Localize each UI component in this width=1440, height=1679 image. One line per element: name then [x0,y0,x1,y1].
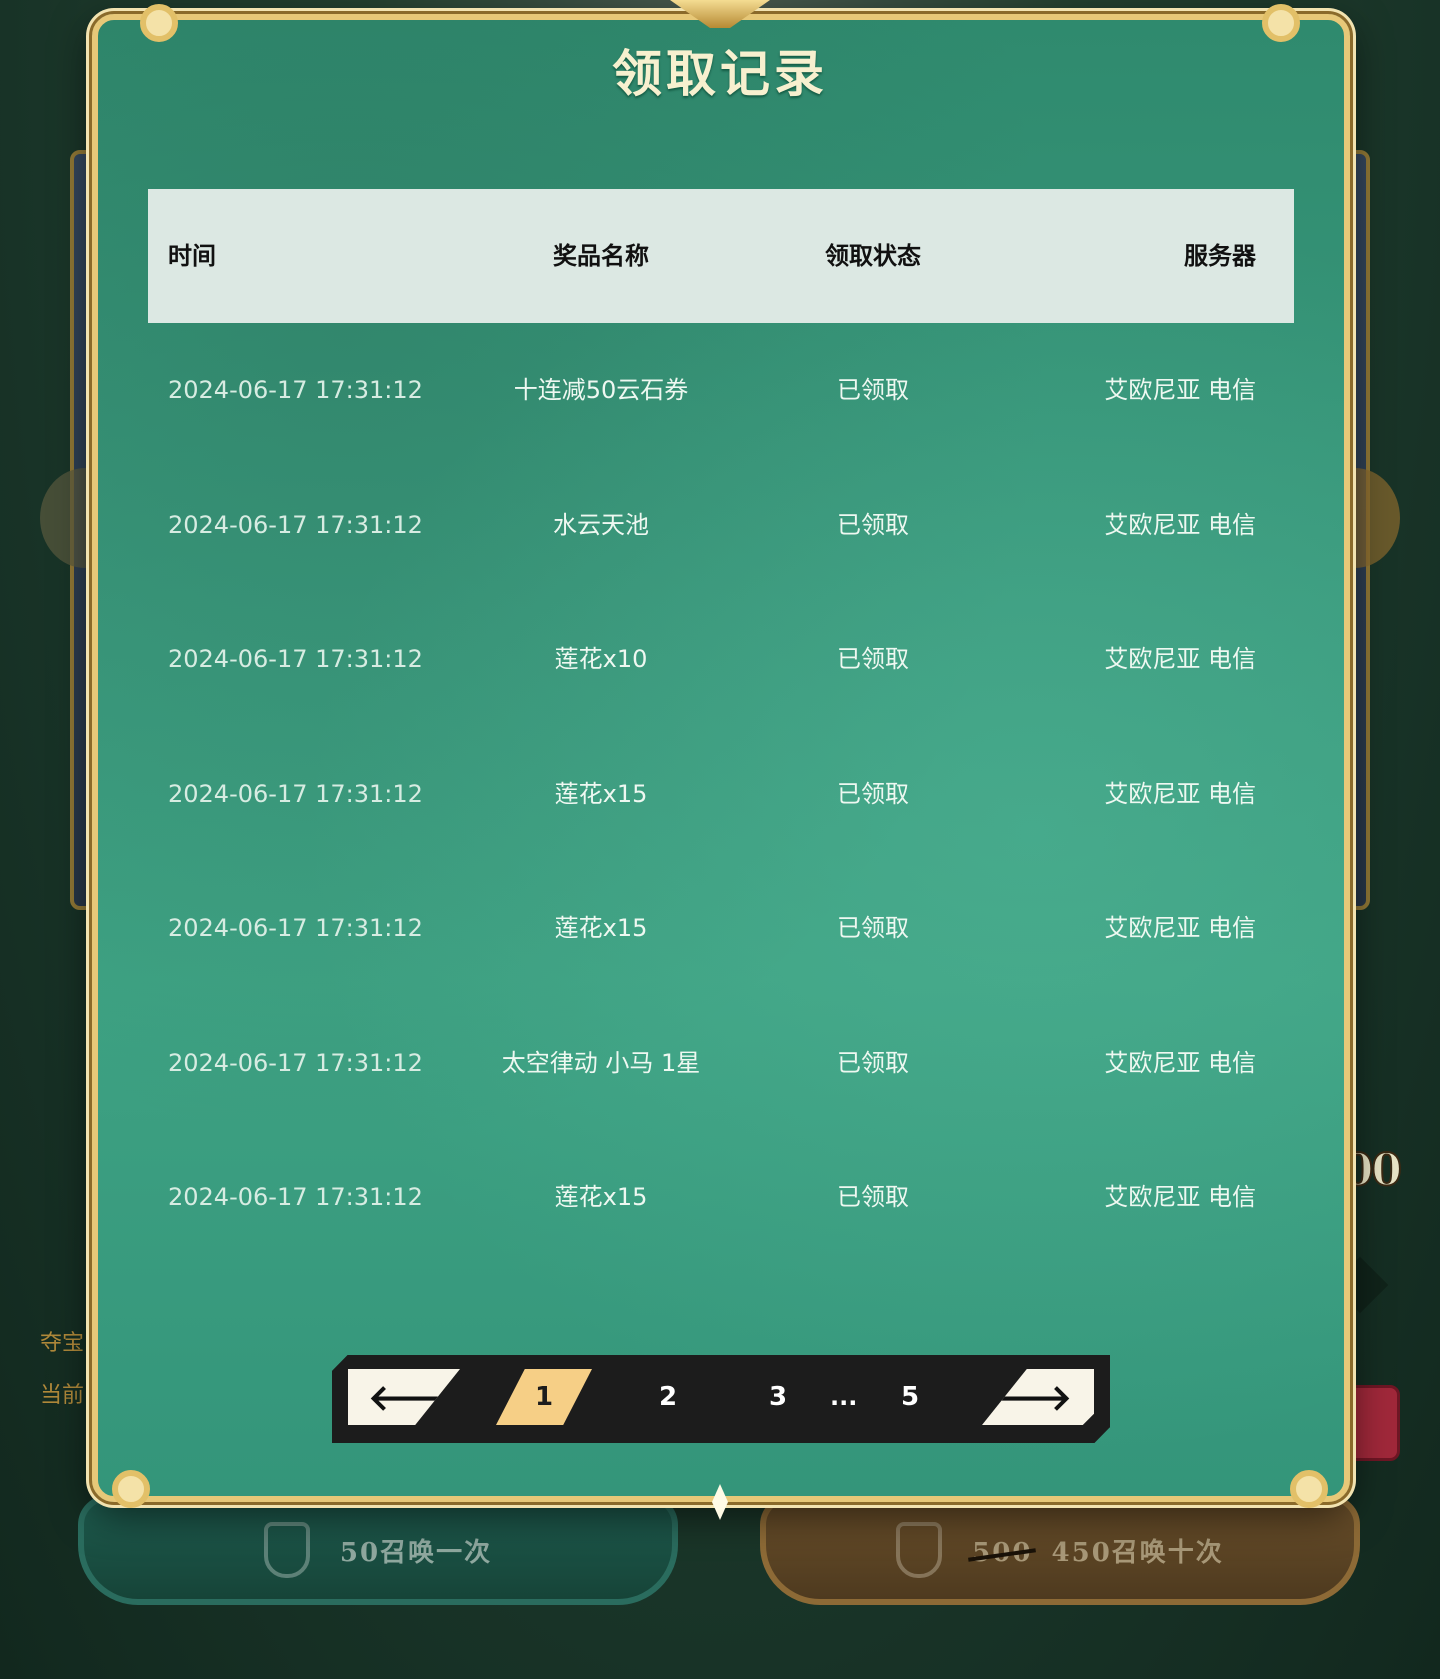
records-table-body: 2024-06-17 17:31:12 十连减50云石券 已领取 艾欧尼亚 电信… [148,323,1294,1265]
cell-status: 已领取 [837,510,909,539]
cell-status: 已领取 [837,779,909,808]
page-button-5[interactable]: 5 [890,1369,930,1425]
column-header-server: 服务器 [1184,242,1256,270]
cell-server: 艾欧尼亚 电信 [1104,376,1256,404]
summon-once-cost: 50 [339,1537,381,1568]
page-ellipsis: ... [830,1383,858,1411]
shield-icon [896,1522,943,1578]
cell-prize: 十连减50云石券 [513,376,689,404]
page-button-2[interactable]: 2 [648,1369,688,1425]
cell-time: 2024-06-17 17:31:12 [168,376,423,404]
cell-server: 艾欧尼亚 电信 [1104,645,1256,673]
cell-time: 2024-06-17 17:31:12 [168,645,423,673]
arrow-left-icon: 🡐 [368,1378,465,1419]
summon-once-button: 50召唤一次 [78,1495,678,1605]
background-label-treasure: 夺宝 [40,1331,85,1356]
summon-ten-old-cost: 500 [972,1537,1033,1568]
cell-time: 2024-06-17 17:31:12 [168,1183,423,1211]
cell-status: 已领取 [837,645,909,673]
next-page-button[interactable]: 🡒 [982,1369,1094,1425]
cell-prize: 莲花x10 [554,645,648,673]
cell-time: 2024-06-17 17:31:12 [168,779,423,808]
arrow-right-icon: 🡒 [975,1378,1072,1419]
column-header-time: 时间 [168,242,216,270]
cell-time: 2024-06-17 17:31:12 [168,1048,423,1077]
corner-ornament [1290,1470,1328,1508]
cell-status: 已领取 [837,914,909,942]
shield-icon [263,1522,310,1578]
cell-prize: 莲花x15 [554,914,648,942]
cell-status: 已领取 [837,1048,909,1077]
column-header-status: 领取状态 [825,242,921,270]
table-header: 时间 奖品名称 领取状态 服务器 [148,189,1294,323]
summon-ten-button: 500 450召唤十次 [760,1495,1360,1605]
column-header-prize: 奖品名称 [553,242,649,270]
background-label-current: 当前 [40,1383,85,1408]
background-counter: 00 [1342,1144,1403,1197]
summon-ten-cost: 450 [1051,1537,1112,1568]
table-row: 2024-06-17 17:31:12 莲花x15 已领取 艾欧尼亚 电信 [148,861,1294,996]
table-row: 2024-06-17 17:31:12 太空律动 小马 1星 已领取 艾欧尼亚 … [148,996,1294,1131]
table-row: 2024-06-17 17:31:12 莲花x10 已领取 艾欧尼亚 电信 [148,592,1294,727]
cell-prize: 莲花x15 [554,779,648,808]
cell-time: 2024-06-17 17:31:12 [168,510,423,539]
pagination: 🡐 1 2 3 ... 5 🡒 [332,1355,1110,1443]
corner-ornament [112,1470,150,1508]
cell-prize: 水云天池 [553,510,649,539]
table-row: 2024-06-17 17:31:12 莲花x15 已领取 艾欧尼亚 电信 [148,727,1294,862]
cell-server: 艾欧尼亚 电信 [1104,1183,1256,1211]
summon-once-text: 召唤一次 [380,1537,493,1568]
summon-ten-label: 500 450召唤十次 [972,1532,1224,1569]
table-row: 2024-06-17 17:31:12 水云天池 已领取 艾欧尼亚 电信 [148,458,1294,593]
cell-status: 已领取 [837,1183,909,1211]
cell-prize: 莲花x15 [554,1183,648,1211]
page-button-1[interactable]: 1 [496,1369,592,1425]
cell-server: 艾欧尼亚 电信 [1104,1048,1256,1077]
page-button-3[interactable]: 3 [758,1369,798,1425]
modal-title: 领取记录 [612,44,828,103]
summon-ten-text: 召唤十次 [1111,1537,1224,1568]
cell-server: 艾欧尼亚 电信 [1104,779,1256,808]
table-row: 2024-06-17 17:31:12 十连减50云石券 已领取 艾欧尼亚 电信 [148,323,1294,458]
cell-prize: 太空律动 小马 1星 [501,1048,701,1077]
cell-server: 艾欧尼亚 电信 [1104,510,1256,539]
cell-time: 2024-06-17 17:31:12 [168,914,423,942]
prev-page-button[interactable]: 🡐 [348,1369,460,1425]
summon-once-label: 50召唤一次 [340,1532,492,1569]
cell-status: 已领取 [837,376,909,404]
cell-server: 艾欧尼亚 电信 [1104,914,1256,942]
table-row: 2024-06-17 17:31:12 莲花x15 已领取 艾欧尼亚 电信 [148,1130,1294,1265]
